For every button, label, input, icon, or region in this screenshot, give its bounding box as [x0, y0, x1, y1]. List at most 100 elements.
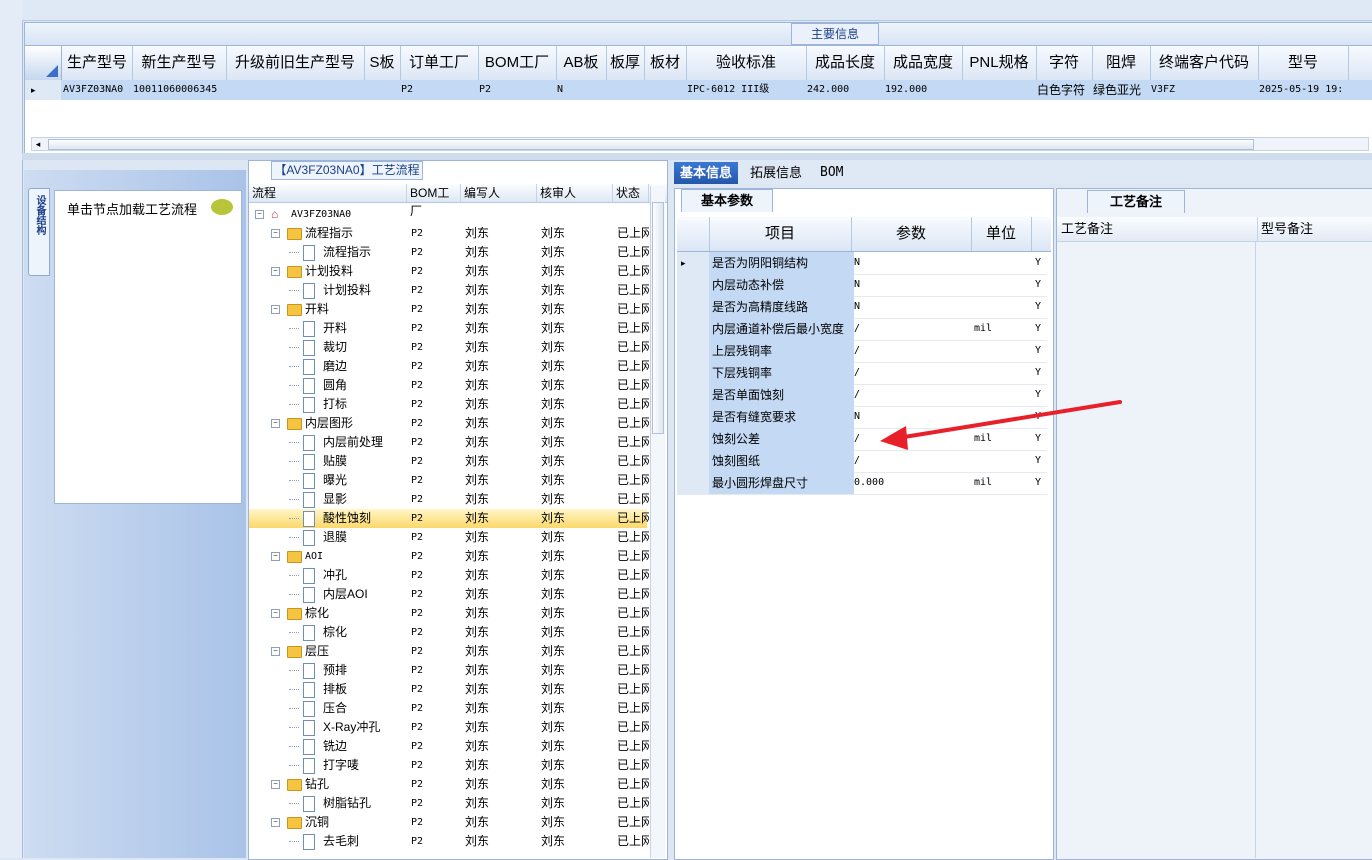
- param-value[interactable]: N: [854, 406, 970, 428]
- column-header[interactable]: 升级前旧生产型号: [226, 46, 365, 80]
- row-selector[interactable]: [677, 296, 709, 318]
- column-header[interactable]: 阻焊: [1092, 46, 1151, 80]
- param-value[interactable]: N: [854, 274, 970, 296]
- collapse-icon[interactable]: −: [271, 780, 280, 789]
- row-selector[interactable]: [677, 274, 709, 296]
- collapse-icon[interactable]: −: [271, 647, 280, 656]
- tree-row[interactable]: 流程指示 P2 刘东 刘东 已上网: [249, 243, 649, 262]
- tree-row[interactable]: 酸性蚀刻 P2 刘东 刘东 已上网: [249, 509, 649, 528]
- row-selector[interactable]: [677, 340, 709, 362]
- column-header[interactable]: 验收标准: [686, 46, 807, 80]
- tree-row[interactable]: 冲孔 P2 刘东 刘东 已上网: [249, 566, 649, 585]
- table-cell[interactable]: [227, 80, 363, 100]
- flow-col-name[interactable]: 流程: [249, 184, 407, 202]
- table-cell[interactable]: [365, 80, 399, 100]
- table-cell[interactable]: 绿色亚光: [1093, 80, 1149, 100]
- param-value[interactable]: /: [854, 340, 970, 362]
- param-row[interactable]: 是否单面蚀刻 / Y: [677, 384, 1047, 407]
- row-selector[interactable]: [677, 450, 709, 472]
- splitter[interactable]: [22, 153, 1372, 160]
- tree-row[interactable]: 预排 P2 刘东 刘东 已上网: [249, 661, 649, 680]
- table-cell[interactable]: V3FZ: [1151, 80, 1257, 100]
- basic-params-tab[interactable]: 基本参数: [681, 189, 773, 212]
- tree-row[interactable]: 磨边 P2 刘东 刘东 已上网: [249, 357, 649, 376]
- column-header[interactable]: 生产型号: [62, 46, 133, 80]
- tree-row[interactable]: 内层AOI P2 刘东 刘东 已上网: [249, 585, 649, 604]
- column-header[interactable]: AB板: [556, 46, 607, 80]
- collapse-icon[interactable]: −: [271, 229, 280, 238]
- tree-row[interactable]: 打字唛 P2 刘东 刘东 已上网: [249, 756, 649, 775]
- tree-row[interactable]: 排板 P2 刘东 刘东 已上网: [249, 680, 649, 699]
- column-header[interactable]: 新生产型号: [132, 46, 227, 80]
- tree-row[interactable]: 显影 P2 刘东 刘东 已上网: [249, 490, 649, 509]
- param-value[interactable]: /: [854, 428, 970, 450]
- tree-row[interactable]: 打标 P2 刘东 刘东 已上网: [249, 395, 649, 414]
- table-cell[interactable]: 242.000: [807, 80, 883, 100]
- flow-col-reviewer[interactable]: 核审人: [537, 184, 613, 202]
- tree-row[interactable]: 棕化 P2 刘东 刘东 已上网: [249, 623, 649, 642]
- column-header[interactable]: 成品宽度: [884, 46, 963, 80]
- collapse-icon[interactable]: −: [271, 609, 280, 618]
- tree-row[interactable]: 去毛刺 P2 刘东 刘东 已上网: [249, 832, 649, 851]
- param-row[interactable]: 蚀刻图纸 / Y: [677, 450, 1047, 473]
- param-row[interactable]: 是否有缝宽要求 N Y: [677, 406, 1047, 429]
- param-value[interactable]: /: [854, 362, 970, 384]
- tree-row[interactable]: − AOI P2 刘东 刘东 已上网: [249, 547, 649, 566]
- column-header[interactable]: 订单工厂: [400, 46, 479, 80]
- row-selector[interactable]: [677, 318, 709, 340]
- collapse-icon[interactable]: −: [255, 210, 264, 219]
- collapse-icon[interactable]: −: [271, 267, 280, 276]
- param-row[interactable]: 是否为高精度线路 N Y: [677, 296, 1047, 319]
- tree-root[interactable]: − ⌂ AV3FZ03NA0: [249, 205, 647, 224]
- table-cell[interactable]: [645, 80, 685, 100]
- horizontal-scrollbar[interactable]: ◂: [31, 137, 1369, 151]
- process-notes-tab[interactable]: 工艺备注: [1087, 190, 1185, 213]
- scroll-thumb[interactable]: [48, 139, 1254, 150]
- tree-row[interactable]: − 棕化 P2 刘东 刘东 已上网: [249, 604, 649, 623]
- param-value[interactable]: N: [854, 252, 970, 274]
- table-cell[interactable]: IPC-6012 III级: [687, 80, 805, 100]
- tree-row[interactable]: − 开料 P2 刘东 刘东 已上网: [249, 300, 649, 319]
- param-row[interactable]: 内层通道补偿后最小宽度 / mil Y: [677, 318, 1047, 341]
- column-header[interactable]: 板材: [644, 46, 687, 80]
- tree-row[interactable]: − 钻孔 P2 刘东 刘东 已上网: [249, 775, 649, 794]
- row-selector[interactable]: [677, 428, 709, 450]
- tree-row[interactable]: 内层前处理 P2 刘东 刘东 已上网: [249, 433, 649, 452]
- param-value[interactable]: N: [854, 296, 970, 318]
- table-cell[interactable]: AV3FZ03NA0: [63, 80, 131, 100]
- column-header[interactable]: S板: [364, 46, 401, 80]
- table-cell[interactable]: 192.000: [885, 80, 961, 100]
- flow-scrollbar[interactable]: [650, 186, 665, 858]
- grid-corner[interactable]: [25, 46, 62, 80]
- table-cell[interactable]: 白色字符: [1037, 80, 1091, 100]
- row-selector[interactable]: [677, 362, 709, 384]
- column-header[interactable]: BOM工厂: [478, 46, 557, 80]
- tree-row[interactable]: 裁切 P2 刘东 刘东 已上网: [249, 338, 649, 357]
- row-pointer-icon[interactable]: ▸: [677, 252, 709, 274]
- table-row[interactable]: ▸ AV3FZ03NA0 10011060006345 P2 P2 N IPC-6012 …: [25, 80, 1372, 100]
- tree-row[interactable]: 贴膜 P2 刘东 刘东 已上网: [249, 452, 649, 471]
- tree-row[interactable]: 圆角 P2 刘东 刘东 已上网: [249, 376, 649, 395]
- column-header[interactable]: 型号: [1258, 46, 1349, 80]
- tree-row[interactable]: 树脂钻孔 P2 刘东 刘东 已上网: [249, 794, 649, 813]
- process-notes-area[interactable]: [1057, 242, 1256, 858]
- column-header[interactable]: PNL规格: [962, 46, 1037, 80]
- tree-row[interactable]: − 流程指示 P2 刘东 刘东 已上网: [249, 224, 649, 243]
- device-structure-tab[interactable]: 设备结构: [28, 188, 50, 276]
- table-cell[interactable]: [607, 80, 643, 100]
- param-value[interactable]: 0.000: [854, 472, 970, 494]
- flow-col-writer[interactable]: 编写人: [461, 184, 537, 202]
- notes-col-model[interactable]: 型号备注: [1257, 217, 1371, 241]
- param-row[interactable]: 蚀刻公差 / mil Y: [677, 428, 1047, 451]
- tree-row[interactable]: 曝光 P2 刘东 刘东 已上网: [249, 471, 649, 490]
- flow-col-bom[interactable]: BOM工厂: [407, 184, 461, 218]
- table-cell[interactable]: P2: [479, 80, 555, 100]
- row-selector[interactable]: [677, 384, 709, 406]
- column-header[interactable]: 成品长度: [806, 46, 885, 80]
- scroll-left-icon[interactable]: ◂: [32, 138, 44, 150]
- collapse-icon[interactable]: −: [271, 818, 280, 827]
- row-selector[interactable]: [677, 406, 709, 428]
- tree-row[interactable]: − 计划投料 P2 刘东 刘东 已上网: [249, 262, 649, 281]
- tree-row[interactable]: − 沉铜 P2 刘东 刘东 已上网: [249, 813, 649, 832]
- tab-bom[interactable]: BOM: [814, 162, 849, 184]
